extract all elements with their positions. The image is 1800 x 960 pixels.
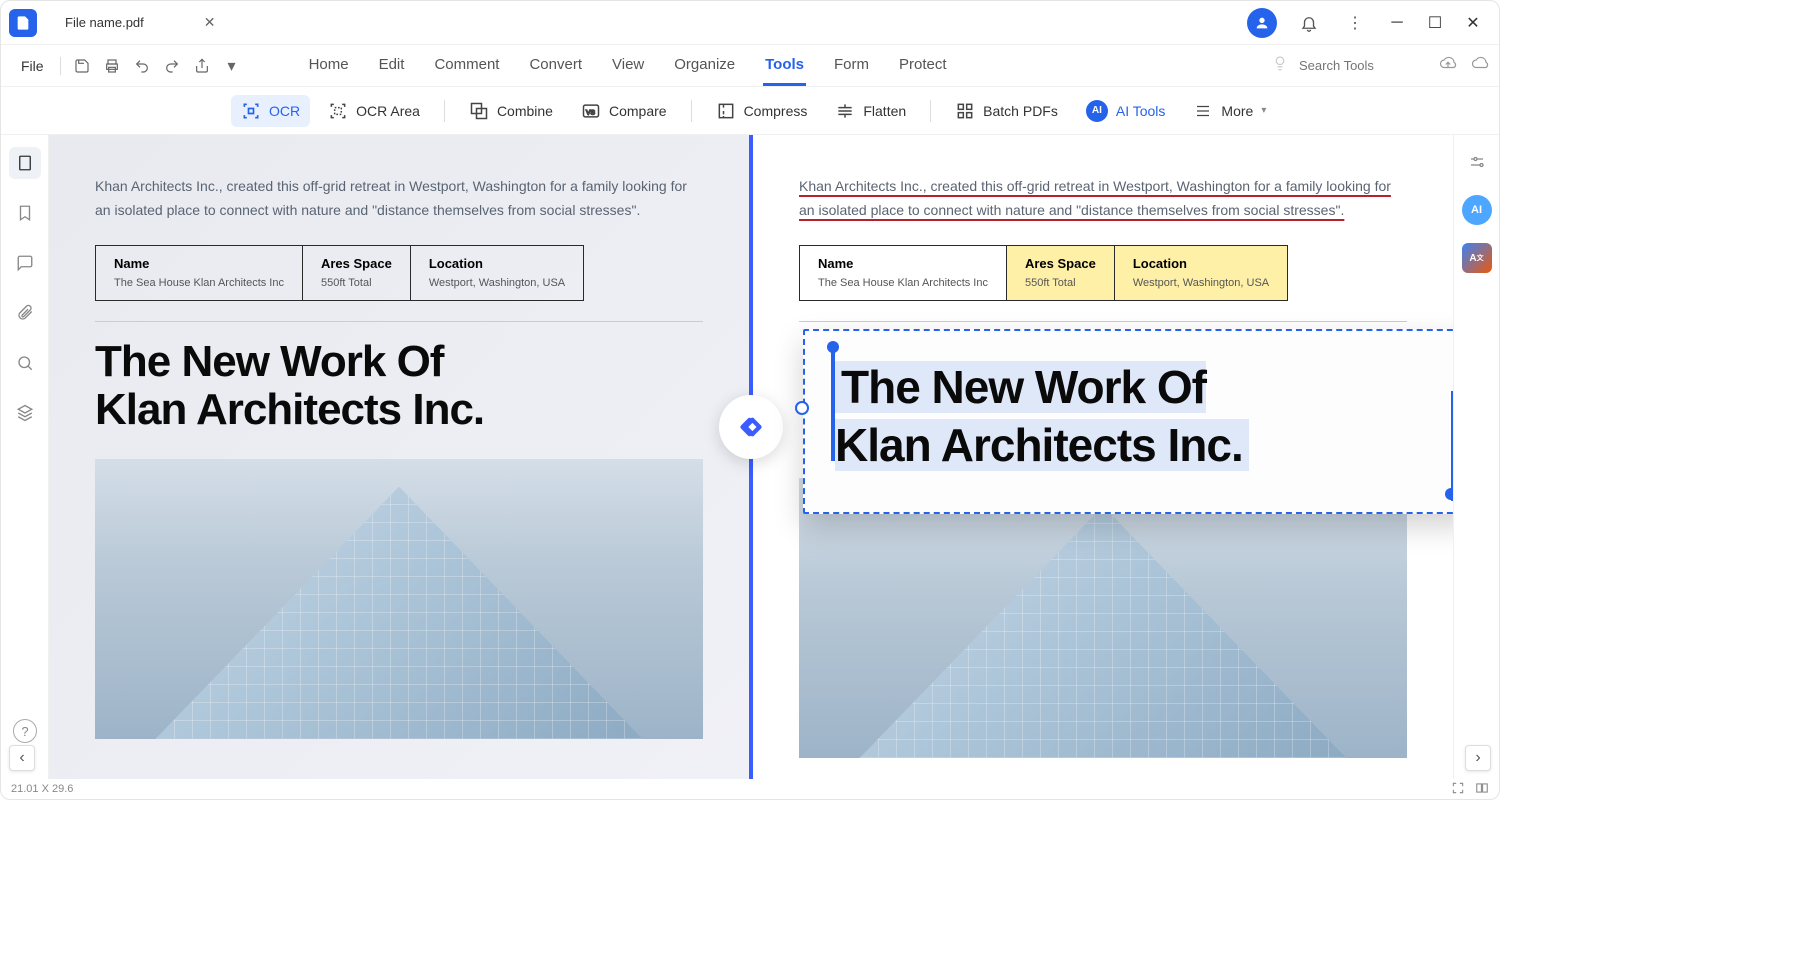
comment-panel-icon[interactable] xyxy=(9,247,41,279)
close-tab-icon[interactable]: ✕ xyxy=(204,14,216,31)
page-dimensions: 21.01 X 29.6 xyxy=(11,783,73,795)
compress-label: Compress xyxy=(744,103,808,119)
info-table-right: NameThe Sea House Klan Architects Inc Ar… xyxy=(799,245,1288,301)
editable-headline[interactable]: The New Work Of Klan Architects Inc. xyxy=(835,361,1249,471)
tab-form[interactable]: Form xyxy=(832,46,871,86)
compress-icon xyxy=(716,101,736,121)
layers-panel-icon[interactable] xyxy=(9,397,41,429)
svg-text:VS: VS xyxy=(586,109,595,116)
selection-dot-icon[interactable] xyxy=(1445,488,1453,500)
cloud-sync-icon[interactable] xyxy=(1471,54,1489,77)
swap-sides-button[interactable] xyxy=(719,395,783,459)
more-icon xyxy=(1193,101,1213,121)
tab-convert[interactable]: Convert xyxy=(527,46,584,86)
file-menu[interactable]: File xyxy=(11,52,54,80)
flatten-label: Flatten xyxy=(863,103,906,119)
thumbnail-panel-icon[interactable] xyxy=(9,147,41,179)
maximize-button[interactable]: ☐ xyxy=(1425,13,1445,33)
redo-icon[interactable] xyxy=(159,53,185,79)
attachment-panel-icon[interactable] xyxy=(9,297,41,329)
compress-button[interactable]: Compress xyxy=(706,95,818,127)
tab-protect[interactable]: Protect xyxy=(897,46,949,86)
main-tabs: Home Edit Comment Convert View Organize … xyxy=(307,46,949,86)
next-page-button[interactable]: › xyxy=(1465,745,1491,771)
app-logo xyxy=(9,9,37,37)
ai-assistant-icon[interactable]: AI xyxy=(1462,195,1492,225)
ocr-icon xyxy=(241,101,261,121)
chevron-down-icon: ▾ xyxy=(1261,105,1266,116)
help-button[interactable]: ? xyxy=(13,719,37,743)
selection-handle-icon[interactable] xyxy=(795,401,809,415)
tab-tools[interactable]: Tools xyxy=(763,46,806,86)
cloud-upload-icon[interactable] xyxy=(1439,54,1457,77)
ocr-area-icon xyxy=(328,101,348,121)
statusbar: 21.01 X 29.6 xyxy=(1,779,1499,799)
text-caret-right[interactable] xyxy=(1451,391,1453,501)
compare-button[interactable]: VS Compare xyxy=(571,95,677,127)
tab-home[interactable]: Home xyxy=(307,46,351,86)
minimize-button[interactable]: ─ xyxy=(1387,13,1407,33)
close-window-button[interactable]: ✕ xyxy=(1463,13,1483,33)
text-caret-left[interactable] xyxy=(831,351,835,461)
building-photo-left xyxy=(95,459,703,739)
intro-paragraph-right: Khan Architects Inc., created this off-g… xyxy=(799,175,1407,223)
page-original: Khan Architects Inc., created this off-g… xyxy=(49,135,749,779)
share-icon[interactable] xyxy=(189,53,215,79)
tools-toolbar: OCR OCR Area Combine VS Compare Compress… xyxy=(1,87,1499,135)
compare-icon: VS xyxy=(581,101,601,121)
compare-label: Compare xyxy=(609,103,667,119)
intro-paragraph-left: Khan Architects Inc., created this off-g… xyxy=(95,175,703,223)
properties-icon[interactable] xyxy=(1462,147,1492,177)
ai-icon: AI xyxy=(1086,100,1108,122)
ai-tools-label: AI Tools xyxy=(1116,103,1166,119)
combine-button[interactable]: Combine xyxy=(459,95,563,127)
tab-title: File name.pdf xyxy=(65,15,144,30)
batch-icon xyxy=(955,101,975,121)
lightbulb-icon[interactable] xyxy=(1271,54,1289,77)
document-viewport[interactable]: Khan Architects Inc., created this off-g… xyxy=(49,135,1453,779)
more-button[interactable]: More ▾ xyxy=(1183,95,1276,127)
translate-icon[interactable]: A文 xyxy=(1462,243,1492,273)
page-processed: Khan Architects Inc., created this off-g… xyxy=(753,135,1453,779)
document-tab[interactable]: File name.pdf ✕ xyxy=(49,6,232,39)
batch-pdfs-button[interactable]: Batch PDFs xyxy=(945,95,1068,127)
flatten-button[interactable]: Flatten xyxy=(825,95,916,127)
view-mode-icon[interactable] xyxy=(1475,781,1489,798)
text-edit-selection-box[interactable]: The New Work Of Klan Architects Inc. xyxy=(803,329,1453,514)
menubar: File ▾ Home Edit Comment Convert View Or… xyxy=(1,45,1499,87)
print-icon[interactable] xyxy=(99,53,125,79)
ocr-area-label: OCR Area xyxy=(356,103,420,119)
info-table-left: NameThe Sea House Klan Architects Inc Ar… xyxy=(95,245,584,301)
ocr-area-button[interactable]: OCR Area xyxy=(318,95,430,127)
bookmark-panel-icon[interactable] xyxy=(9,197,41,229)
save-icon[interactable] xyxy=(69,53,95,79)
undo-icon[interactable] xyxy=(129,53,155,79)
search-tools-input[interactable] xyxy=(1299,58,1419,73)
tab-organize[interactable]: Organize xyxy=(672,46,737,86)
building-photo-right xyxy=(799,478,1407,758)
ai-tools-button[interactable]: AI AI Tools xyxy=(1076,94,1176,128)
batch-label: Batch PDFs xyxy=(983,103,1058,119)
more-menu-icon[interactable]: ⋮ xyxy=(1341,9,1369,37)
notification-bell-icon[interactable] xyxy=(1295,9,1323,37)
tab-edit[interactable]: Edit xyxy=(377,46,407,86)
left-sidebar xyxy=(1,135,49,779)
search-panel-icon[interactable] xyxy=(9,347,41,379)
more-label: More xyxy=(1221,103,1253,119)
flatten-icon xyxy=(835,101,855,121)
tab-view[interactable]: View xyxy=(610,46,646,86)
fit-page-icon[interactable] xyxy=(1451,781,1465,798)
user-avatar-icon[interactable] xyxy=(1247,8,1277,38)
prev-page-button[interactable]: ‹ xyxy=(9,745,35,771)
titlebar: File name.pdf ✕ ⋮ ─ ☐ ✕ xyxy=(1,1,1499,45)
tab-comment[interactable]: Comment xyxy=(432,46,501,86)
ocr-label: OCR xyxy=(269,103,300,119)
headline-left: The New Work Of Klan Architects Inc. xyxy=(95,338,703,435)
combine-label: Combine xyxy=(497,103,553,119)
ocr-button[interactable]: OCR xyxy=(231,95,310,127)
dropdown-icon[interactable]: ▾ xyxy=(219,53,245,79)
combine-icon xyxy=(469,101,489,121)
right-sidebar: AI A文 xyxy=(1453,135,1499,779)
